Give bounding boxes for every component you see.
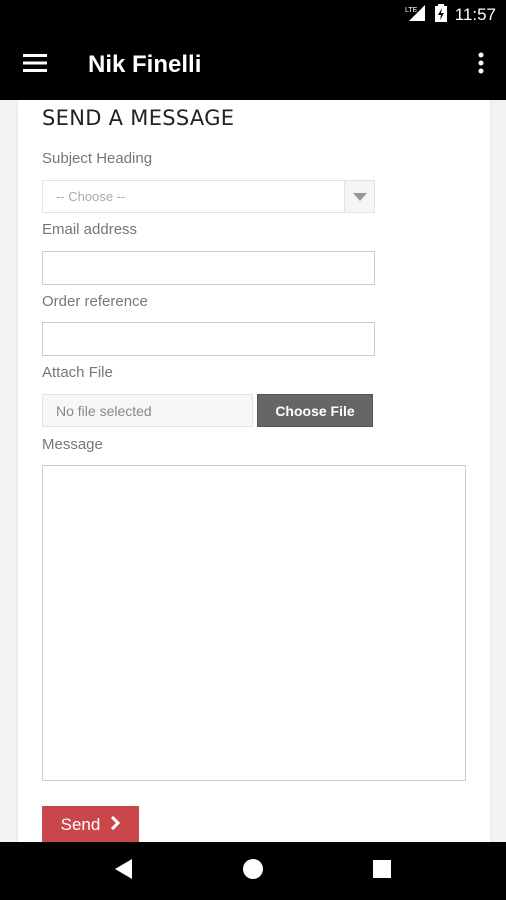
home-circle-icon bbox=[242, 858, 264, 885]
message-textarea[interactable] bbox=[42, 465, 466, 781]
send-button-label: Send bbox=[60, 815, 101, 834]
home-button[interactable] bbox=[223, 842, 283, 900]
order-reference-label: Order reference bbox=[42, 293, 148, 310]
chevron-right-icon bbox=[110, 815, 121, 835]
menu-button[interactable] bbox=[0, 30, 70, 100]
message-label: Message bbox=[42, 436, 103, 453]
order-reference-input[interactable] bbox=[42, 322, 375, 356]
navigation-bar bbox=[0, 842, 506, 900]
lte-signal-icon: LTE bbox=[405, 4, 427, 27]
page-content: SEND A MESSAGE Subject Heading -- Choose… bbox=[0, 100, 506, 842]
email-label: Email address bbox=[42, 221, 138, 238]
choose-file-button[interactable]: Choose File bbox=[257, 394, 373, 427]
hamburger-menu-icon bbox=[23, 53, 47, 77]
attach-file-label: Attach File bbox=[42, 364, 113, 381]
more-options-button[interactable] bbox=[456, 30, 506, 100]
file-status: No file selected bbox=[42, 394, 253, 427]
subject-select[interactable]: -- Choose -- bbox=[42, 180, 375, 213]
status-bar: LTE 11:57 bbox=[0, 0, 506, 30]
app-bar: Nik Finelli bbox=[0, 30, 506, 100]
app-title: Nik Finelli bbox=[88, 51, 202, 78]
battery-charging-icon bbox=[434, 3, 447, 27]
status-time: 11:57 bbox=[454, 5, 496, 24]
more-vert-icon bbox=[478, 52, 484, 79]
subject-select-value: -- Choose -- bbox=[56, 189, 126, 204]
dropdown-arrow-icon bbox=[344, 181, 374, 212]
recents-button[interactable] bbox=[352, 842, 412, 900]
back-triangle-icon bbox=[115, 858, 133, 884]
svg-text:LTE: LTE bbox=[405, 7, 418, 14]
message-form-card: SEND A MESSAGE Subject Heading -- Choose… bbox=[18, 100, 490, 842]
form-title: SEND A MESSAGE bbox=[42, 106, 235, 130]
send-button[interactable]: Send bbox=[42, 806, 139, 842]
subject-label: Subject Heading bbox=[42, 150, 153, 167]
email-input[interactable] bbox=[42, 251, 375, 285]
back-button[interactable] bbox=[94, 842, 154, 900]
recents-square-icon bbox=[372, 859, 391, 883]
